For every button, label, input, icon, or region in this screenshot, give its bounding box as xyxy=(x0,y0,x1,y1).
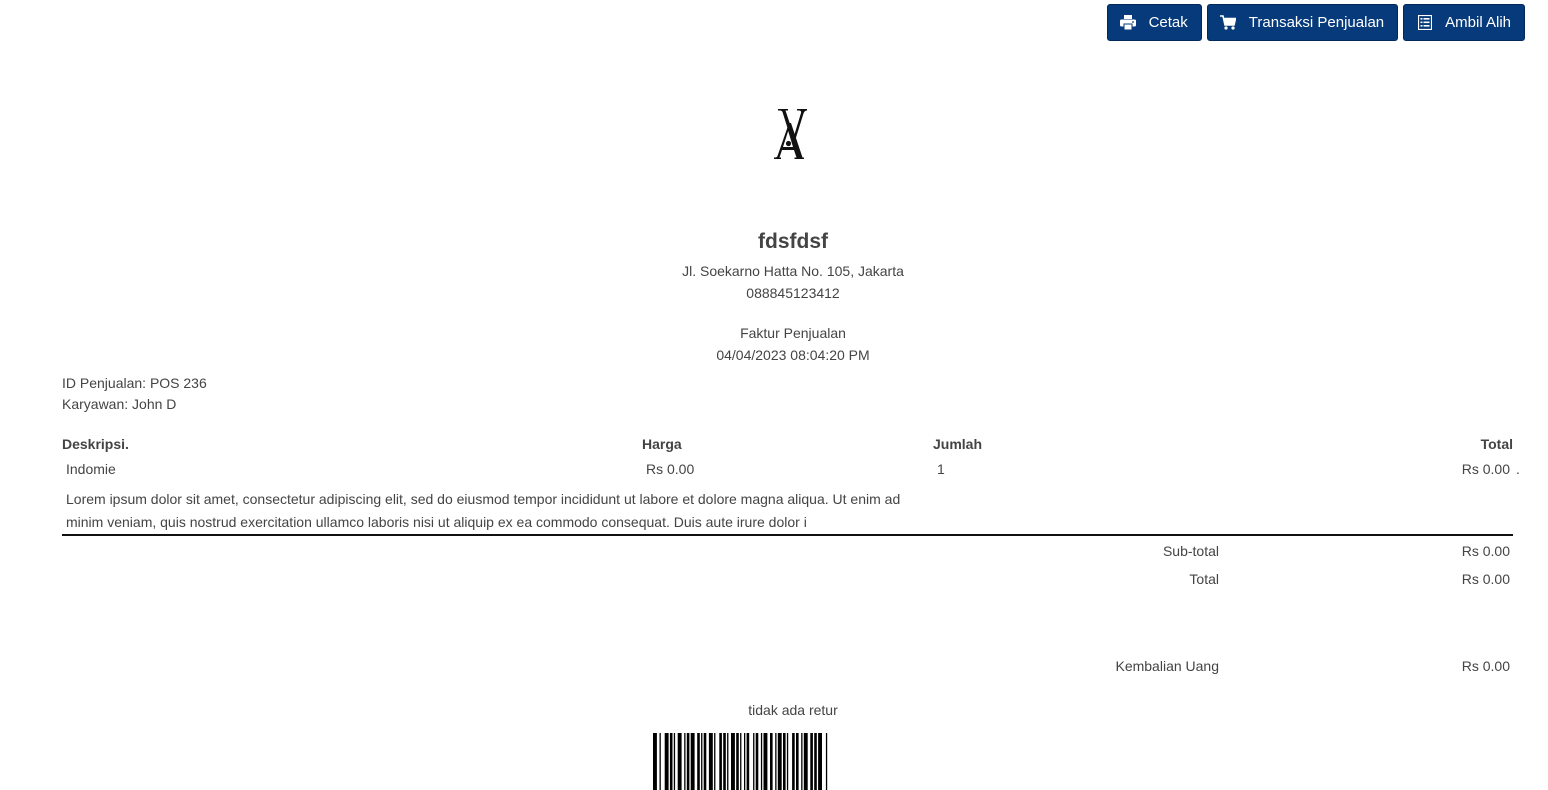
store-name: fdsfdsf xyxy=(758,230,828,253)
toolbar: Cetak Transaksi Penjualan Ambil Alih xyxy=(1106,4,1525,41)
item-trailing-mark: . xyxy=(1516,461,1520,477)
sale-id: ID Penjualan: POS 236 xyxy=(62,375,207,391)
invoice-title: Faktur Penjualan xyxy=(740,325,846,341)
receipt-page: Cetak Transaksi Penjualan Ambil Alih fds… xyxy=(0,0,1548,790)
take-over-button[interactable]: Ambil Alih xyxy=(1403,4,1525,41)
sales-transaction-label: Transaksi Penjualan xyxy=(1248,14,1385,31)
store-phone: 088845123412 xyxy=(746,285,840,301)
employee-name: Karyawan: John D xyxy=(62,396,177,412)
total-label: Total xyxy=(1189,571,1219,587)
total-value: Rs 0.00 xyxy=(1461,571,1510,587)
print-button[interactable]: Cetak xyxy=(1106,4,1202,41)
subtotal-value: Rs 0.00 xyxy=(1461,543,1510,559)
list-icon xyxy=(1416,14,1433,31)
item-quantity: 1 xyxy=(937,461,945,477)
store-logo xyxy=(774,109,807,159)
item-note: Lorem ipsum dolor sit amet, consectetur … xyxy=(66,491,901,530)
print-button-label: Cetak xyxy=(1148,14,1188,31)
return-note: tidak ada retur xyxy=(748,702,838,718)
change-label: Kembalian Uang xyxy=(1115,658,1219,674)
sales-transaction-button[interactable]: Transaksi Penjualan xyxy=(1206,4,1399,41)
change-value: Rs 0.00 xyxy=(1461,658,1510,674)
col-header-total: Total xyxy=(1480,436,1513,452)
printer-icon xyxy=(1120,14,1137,31)
cart-icon xyxy=(1220,14,1237,31)
store-address: Jl. Soekarno Hatta No. 105, Jakarta xyxy=(682,263,904,279)
col-header-quantity: Jumlah xyxy=(933,436,983,452)
col-header-description: Deskripsi. xyxy=(62,436,129,452)
item-description: Indomie xyxy=(66,461,116,477)
take-over-label: Ambil Alih xyxy=(1445,14,1511,31)
subtotal-label: Sub-total xyxy=(1162,543,1219,559)
table-divider xyxy=(62,534,1513,536)
col-header-price: Harga xyxy=(642,436,682,452)
item-price: Rs 0.00 xyxy=(646,461,695,477)
invoice-datetime: 04/04/2023 08:04:20 PM xyxy=(716,347,870,363)
item-total: Rs 0.00 xyxy=(1461,461,1510,477)
barcode xyxy=(653,733,828,790)
